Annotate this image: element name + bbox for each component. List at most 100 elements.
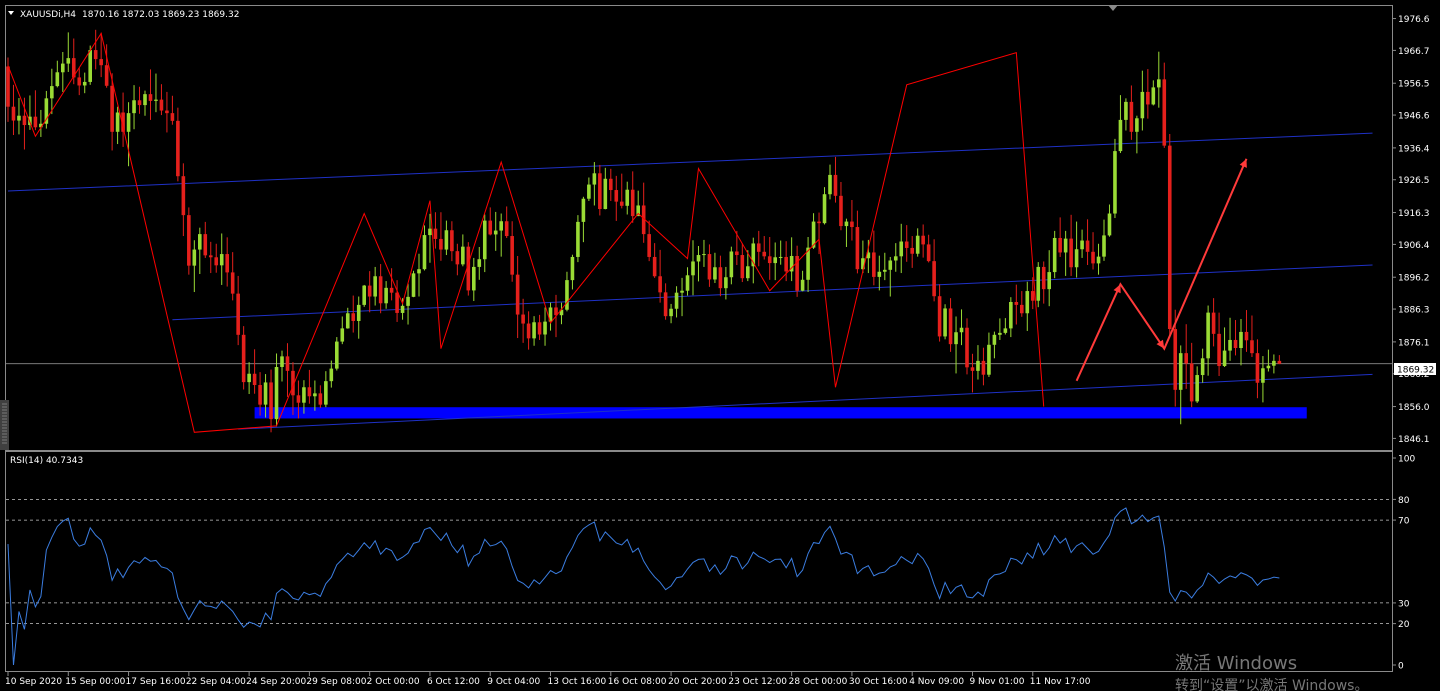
price-tick-label: 1856.0 [1398,403,1430,413]
candle-body [1124,101,1128,120]
time-tick-label: 9 Nov 01:00 [969,677,1024,687]
candle-body [784,256,788,272]
candle-body [263,382,268,405]
candle-body [82,81,87,86]
candle-body [1146,91,1150,105]
candle-body [340,328,345,342]
candle-body [488,220,493,235]
rsi-tick-label: 30 [1398,599,1410,609]
candle-body [236,293,240,335]
candle-body [1091,251,1095,264]
candle-body [603,178,608,210]
candle-body [773,257,777,264]
candle-body [740,255,745,279]
candle-body [899,241,904,257]
watermark-subtitle: 转到“设置”以激活 Windows。 [1175,677,1368,691]
candle-body [93,50,98,60]
price-tick-label: 1976.6 [1398,15,1430,25]
candle-body [274,366,279,420]
candle-body [680,290,684,293]
time-tick-label: 22 Sep 04:00 [186,677,246,687]
candle-body [970,367,975,371]
candle-body [937,296,942,337]
candle-body [433,228,438,239]
candle-body [800,279,805,291]
candle-body [143,94,147,106]
candle-body [598,173,602,210]
time-tick-label: 17 Sep 16:00 [126,677,186,687]
candle-body [833,174,838,196]
candle-body [450,230,454,252]
candle-body [1085,240,1090,252]
candle-body [499,221,503,231]
candle-body [472,266,476,291]
price-tick-label: 1846.1 [1398,435,1430,445]
candle-body [893,256,898,261]
candle-body [576,221,580,257]
candle-body [203,234,208,256]
rsi-tick-label: 100 [1398,455,1415,465]
candle-body [1162,79,1167,146]
rsi-tick-label: 0 [1398,662,1404,672]
candle-body [1069,238,1073,268]
candle-body [302,387,306,403]
candle-body [992,334,997,345]
rsi-label: RSI(14) 40.7343 [10,456,83,466]
candle-body [888,260,893,270]
candle-body [400,305,405,313]
candle-body [855,227,860,270]
candle-body [115,112,120,132]
candle-body [1003,328,1008,333]
candle-body [411,273,416,297]
candle-body [910,247,914,254]
candle-body [373,276,377,297]
candle-body [461,246,465,265]
candle-body [307,387,312,397]
support-zone [254,407,1307,419]
candle-body [515,274,520,315]
candle-body [1080,240,1084,250]
candle-body [1195,375,1199,402]
candle-body [630,189,635,217]
candle-body [1074,249,1079,268]
candle-body [510,236,514,275]
candle-body [110,85,114,132]
candle-body [713,267,717,280]
candle-body [345,313,350,329]
candle-body [647,234,651,257]
candle-body [1189,363,1194,402]
candle-body [1178,353,1183,390]
candle-body [1261,368,1265,383]
candle-body [406,296,410,306]
candle-body [1063,238,1068,253]
candle-body [132,100,136,114]
candle-body [1118,119,1123,152]
candle-body [702,254,706,256]
candle-body [61,63,65,73]
candle-body [230,272,235,294]
candle-body [1009,302,1013,329]
candle-body [778,256,783,258]
candle-body [915,235,920,254]
candle-body [1250,340,1254,354]
candle-body [954,332,958,345]
candle-body [187,215,191,266]
candle-body [625,189,630,206]
candle-body [767,256,772,264]
candle-body [417,269,421,274]
candle-body [565,280,569,310]
candle-body [241,334,246,383]
candle-body [252,373,257,386]
candle-body [395,292,399,313]
candle-body [126,113,131,132]
candle-body [614,190,619,202]
candle-body [932,261,936,297]
candle-body [176,120,180,177]
candle-body [746,266,750,279]
candle-body [280,356,284,367]
candle-body [1020,304,1024,314]
candle-body [384,287,388,304]
candle-body [192,249,197,266]
price-tick-label: 1946.6 [1398,112,1430,122]
candle-body [756,243,761,252]
